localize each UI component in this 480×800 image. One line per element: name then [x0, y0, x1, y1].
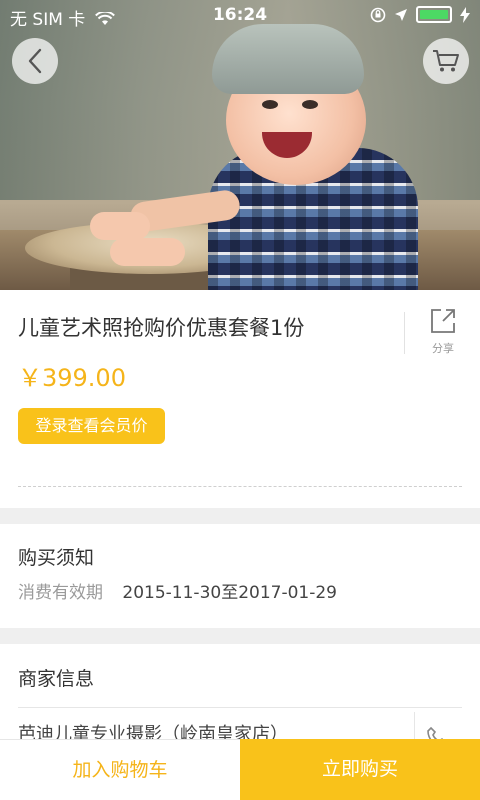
share-label: 分享 — [432, 342, 454, 355]
cart-button[interactable] — [423, 38, 469, 84]
status-bar: 无 SIM 卡 16:24 — [0, 0, 480, 32]
add-to-cart-button[interactable]: 加入购物车 — [0, 739, 240, 800]
validity-row: 消费有效期 2015-11-30至2017-01-29 — [18, 578, 337, 603]
back-button[interactable] — [12, 38, 58, 84]
buy-now-button[interactable]: 立即购买 — [240, 739, 480, 800]
orientation-lock-icon — [370, 7, 386, 22]
purchase-notice-title: 购买须知 — [18, 547, 95, 569]
merchant-divider — [18, 707, 462, 708]
share-divider — [404, 312, 405, 354]
section-separator — [0, 508, 480, 524]
dashed-divider — [18, 486, 462, 487]
location-arrow-icon — [395, 8, 407, 21]
validity-label: 消费有效期 — [18, 583, 103, 603]
share-button[interactable]: 分享 — [422, 308, 464, 356]
charging-icon — [460, 6, 470, 23]
section-separator — [0, 628, 480, 644]
status-icons — [370, 6, 470, 23]
chevron-left-icon — [28, 48, 42, 74]
member-price-button[interactable]: 登录查看会员价 — [18, 408, 165, 444]
bottom-action-bar: 加入购物车 立即购买 — [0, 739, 480, 800]
cart-icon — [433, 50, 459, 72]
product-title: 儿童艺术照抢购价优惠套餐1份 — [18, 316, 305, 340]
share-icon — [431, 309, 455, 333]
product-price: ￥399.00 — [18, 364, 126, 392]
battery-icon — [416, 6, 452, 23]
product-photo — [0, 0, 480, 290]
validity-value: 2015-11-30至2017-01-29 — [122, 583, 337, 603]
merchant-info-title: 商家信息 — [18, 668, 95, 690]
